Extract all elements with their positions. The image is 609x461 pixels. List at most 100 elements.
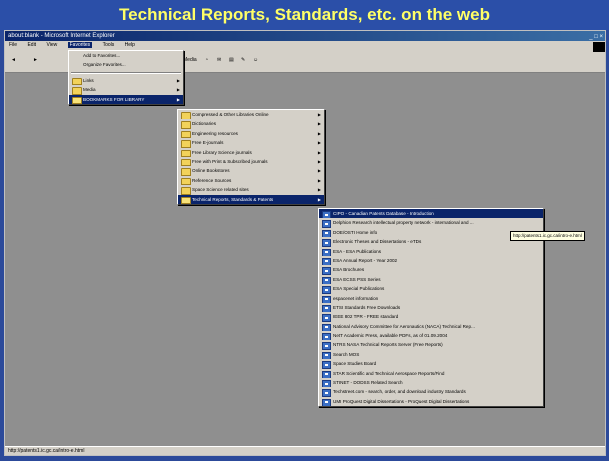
report-link[interactable]: ESA Brochures xyxy=(319,265,543,275)
folder-icon xyxy=(72,87,82,95)
menu-help[interactable]: Help xyxy=(125,42,135,48)
report-link[interactable]: ESA - ESA Publications xyxy=(319,247,543,256)
menu-favorites[interactable]: Favorites xyxy=(67,42,93,48)
forward-icon[interactable]: ► xyxy=(33,57,38,63)
menu-item-label: Electronic Theses and Dissertations - eT… xyxy=(333,239,422,245)
library-folder[interactable]: Free E-journals ▶ xyxy=(178,138,324,148)
library-folder[interactable]: Reference Sources ▶ xyxy=(178,176,324,186)
report-link[interactable]: Space Studies Board xyxy=(319,359,543,369)
folder-icon xyxy=(181,112,191,120)
url-tooltip: http://patents1.ic.gc.ca/intro-e.html xyxy=(510,231,585,241)
menu-file[interactable]: File xyxy=(9,42,17,48)
print-icon[interactable]: ▤ xyxy=(229,57,234,63)
report-link[interactable]: IEEE 802 TPR - FREE standard xyxy=(319,312,543,322)
menu-item-label: ESA - ESA Publications xyxy=(333,248,382,254)
report-link[interactable]: STAR Scientific and Technical Aerospace … xyxy=(319,369,543,379)
library-folder[interactable]: Compressed & Other Libraries Online ▶ xyxy=(178,110,324,120)
discuss-icon[interactable]: ☺ xyxy=(253,57,258,63)
folder-bookmarks-for-library[interactable]: BOOKMARKS FOR LIBRARY ▶ xyxy=(69,94,183,104)
menu-item-label: NetT Academic Press, available PDFs, as … xyxy=(333,333,448,339)
menu-item-label: BOOKMARKS FOR LIBRARY xyxy=(83,96,145,102)
report-link[interactable]: CIPO - Canadian Patents Database - Intro… xyxy=(319,209,543,219)
library-folder[interactable]: Engineering resources ▶ xyxy=(178,129,324,139)
mail-icon[interactable]: ✉ xyxy=(217,57,221,63)
page-link-icon xyxy=(322,304,331,313)
folder-icon xyxy=(181,140,191,148)
submenu-arrow-icon: ▶ xyxy=(317,196,321,202)
menu-item-label: Technical Reports, Standards & Patents xyxy=(192,196,274,202)
submenu-arrow-icon: ▶ xyxy=(317,130,321,136)
menu-item-label: Free E-journals xyxy=(192,140,224,146)
report-link[interactable]: NetT Academic Press, available PDFs, as … xyxy=(319,331,543,341)
page-link-icon xyxy=(322,323,331,332)
page-link-icon xyxy=(322,351,331,360)
organize-favorites[interactable]: Organize Favorites... xyxy=(69,60,183,69)
menu-item-label: Reference Sources xyxy=(192,177,232,183)
history-icon[interactable]: ◔ xyxy=(205,57,208,63)
throbber-logo xyxy=(593,42,605,52)
back-icon[interactable]: ◄ xyxy=(11,57,16,63)
folder-icon xyxy=(181,177,191,186)
library-folder-technical-reports[interactable]: Technical Reports, Standards & Patents ▶ xyxy=(178,194,324,204)
report-link[interactable]: Techstreet.com - search, order, and down… xyxy=(319,387,543,397)
report-link[interactable]: ESA ECSS PSS Series xyxy=(319,275,543,285)
menu-item-label: ETSI Standards Free Downloads xyxy=(333,304,401,310)
folder-icon xyxy=(181,187,191,195)
folder-media[interactable]: Media ▶ xyxy=(69,85,183,95)
menu-item-label: Engineering resources xyxy=(192,130,238,136)
submenu-arrow-icon: ▶ xyxy=(317,121,321,127)
menu-item-label: NTRS NASA Technical Reports Server (Free… xyxy=(333,342,443,348)
report-link[interactable]: ESA Special Publications xyxy=(319,284,543,294)
folder-icon xyxy=(181,158,191,167)
submenu-arrow-icon: ▶ xyxy=(317,168,321,174)
menu-item-label: Organize Favorites... xyxy=(83,62,126,68)
submenu-arrow-icon: ▶ xyxy=(176,96,180,102)
library-folder[interactable]: Space Science related sites ▶ xyxy=(178,185,324,195)
menu-view[interactable]: View xyxy=(46,42,57,48)
add-to-favorites[interactable]: Add to Favorites... xyxy=(69,51,183,60)
page-link-icon xyxy=(322,211,331,219)
menu-item-label: UMI ProQuest Digital Dissertations - Pro… xyxy=(333,398,470,404)
menu-item-label: Free with Print & Subscribed journals xyxy=(192,158,268,164)
report-link[interactable]: ETSI Standards Free Downloads xyxy=(319,303,543,313)
browser-screenshot: about:blank - Microsoft Internet Explore… xyxy=(4,30,606,456)
folder-icon xyxy=(181,130,191,139)
favorites-menu: Add to Favorites... Organize Favorites..… xyxy=(68,50,184,105)
report-link[interactable]: STINET - DODSS Related Search xyxy=(319,378,543,388)
report-link[interactable]: Search MOS xyxy=(319,350,543,360)
submenu-arrow-icon: ▶ xyxy=(317,140,321,146)
menu-item-label: CIPO - Canadian Patents Database - Intro… xyxy=(333,211,434,216)
menu-item-label: Free Library Science journals xyxy=(192,149,252,155)
menu-item-label: Compressed & Other Libraries Online xyxy=(192,112,269,117)
report-link[interactable]: National Advisory Committee for Aeronaut… xyxy=(319,322,543,332)
submenu-arrow-icon: ▶ xyxy=(176,87,180,93)
library-folder[interactable]: Online Bookstores ▶ xyxy=(178,166,324,176)
edit-icon[interactable]: ✎ xyxy=(241,57,245,63)
report-link[interactable]: UMI ProQuest Digital Dissertations - Pro… xyxy=(319,397,543,407)
page-link-icon xyxy=(322,333,331,341)
menu-edit[interactable]: Edit xyxy=(27,42,36,48)
page-link-icon xyxy=(322,370,331,379)
page-link-icon xyxy=(322,389,331,397)
report-link[interactable]: NTRS NASA Technical Reports Server (Free… xyxy=(319,340,543,350)
menu-item-label: Space Science related sites xyxy=(192,187,249,193)
media-button[interactable]: Media xyxy=(183,57,197,63)
menu-item-label: ESA ECSS PSS Series xyxy=(333,276,381,282)
report-link[interactable]: ESA Annual Report - Year 2002 xyxy=(319,256,543,266)
library-folder[interactable]: Dictionaries ▶ xyxy=(178,119,324,129)
menu-item-label: ESA Annual Report - Year 2002 xyxy=(333,257,398,263)
menu-item-label: Space Studies Board xyxy=(333,361,377,367)
library-submenu: Compressed & Other Libraries Online ▶ Dic… xyxy=(177,109,325,205)
folder-icon xyxy=(181,149,191,157)
library-folder[interactable]: Free with Print & Subscribed journals ▶ xyxy=(178,157,324,167)
page-link-icon xyxy=(322,267,331,275)
menu-tools[interactable]: Tools xyxy=(103,42,115,48)
folder-icon xyxy=(181,121,191,129)
folder-links[interactable]: Links ▶ xyxy=(69,76,183,86)
report-link[interactable]: Delphion Research intellectual property … xyxy=(319,218,543,228)
submenu-arrow-icon: ▶ xyxy=(176,77,180,83)
report-link[interactable]: espacenet information xyxy=(319,294,543,303)
menu-item-label: ESA Brochures xyxy=(333,267,365,273)
library-folder[interactable]: Free Library Science journals ▶ xyxy=(178,148,324,157)
menu-item-label: Links xyxy=(83,77,94,83)
